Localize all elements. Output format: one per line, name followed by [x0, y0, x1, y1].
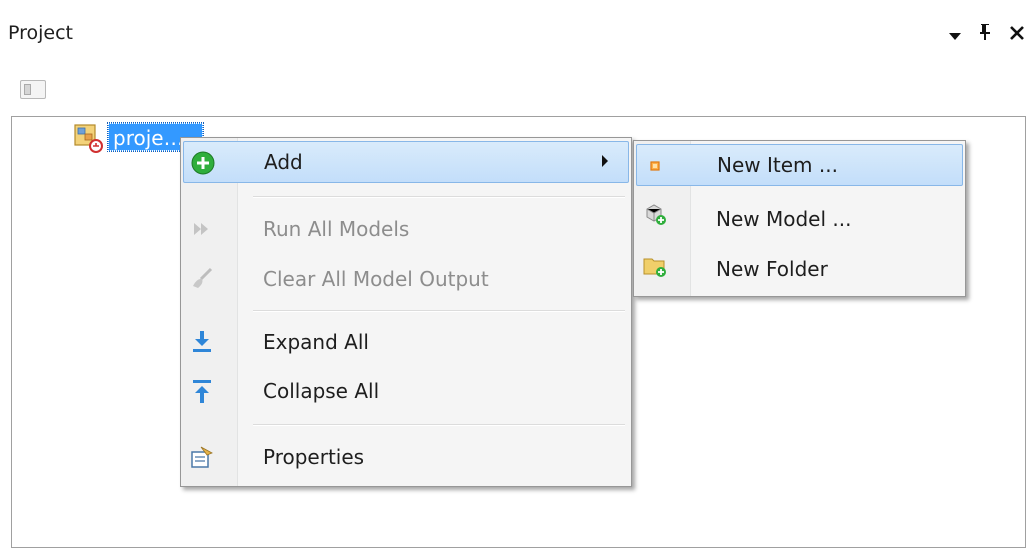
- run-all-icon: [189, 216, 215, 242]
- menu-item-label: Properties: [263, 445, 365, 469]
- submenu-item-new-model[interactable]: New Model ...: [636, 199, 963, 241]
- panel-controls: [948, 22, 1026, 47]
- menu-item-label: Add: [264, 150, 303, 174]
- dropdown-arrow-icon[interactable]: [948, 23, 962, 47]
- menu-separator: [253, 310, 625, 312]
- menu-item-properties[interactable]: Properties: [183, 436, 629, 478]
- menu-item-run-all-models[interactable]: Run All Models: [183, 208, 629, 250]
- add-circle-icon: [190, 150, 216, 176]
- submenu-item-label: New Folder: [716, 257, 828, 281]
- new-model-icon: [642, 201, 668, 227]
- menu-item-clear-all-model-output[interactable]: Clear All Model Output: [183, 258, 629, 300]
- submenu-item-label: New Item ...: [717, 153, 838, 177]
- submenu-item-label: New Model ...: [716, 207, 852, 231]
- new-item-icon: [643, 153, 669, 179]
- menu-separator: [253, 196, 625, 198]
- menu-separator: [253, 424, 625, 426]
- close-icon[interactable]: [1008, 23, 1026, 47]
- collapse-all-icon: [189, 378, 215, 404]
- menu-item-add[interactable]: Add: [183, 141, 629, 183]
- menu-item-label: Expand All: [263, 330, 369, 354]
- submenu-item-new-item[interactable]: New Item ...: [636, 144, 963, 186]
- context-menu: Add Run All Models Clear All Model Outpu…: [180, 137, 632, 487]
- properties-icon: [189, 444, 215, 470]
- brush-icon: [189, 266, 215, 292]
- expand-all-icon: [189, 329, 215, 355]
- menu-item-label: Clear All Model Output: [263, 267, 489, 291]
- menu-item-label: Collapse All: [263, 379, 380, 403]
- submenu-arrow-icon: [602, 155, 608, 167]
- new-folder-icon: [642, 253, 668, 279]
- menu-item-collapse-all[interactable]: Collapse All: [183, 370, 629, 412]
- pin-icon[interactable]: [978, 22, 992, 47]
- collapse-panel-icon[interactable]: [20, 80, 46, 99]
- project-icon: [72, 121, 104, 153]
- menu-item-label: Run All Models: [263, 217, 410, 241]
- menu-item-expand-all[interactable]: Expand All: [183, 321, 629, 363]
- submenu-item-new-folder[interactable]: New Folder: [636, 249, 963, 291]
- add-submenu: New Item ... New Model ... New Folder: [633, 140, 966, 297]
- panel-title: Project: [8, 22, 74, 44]
